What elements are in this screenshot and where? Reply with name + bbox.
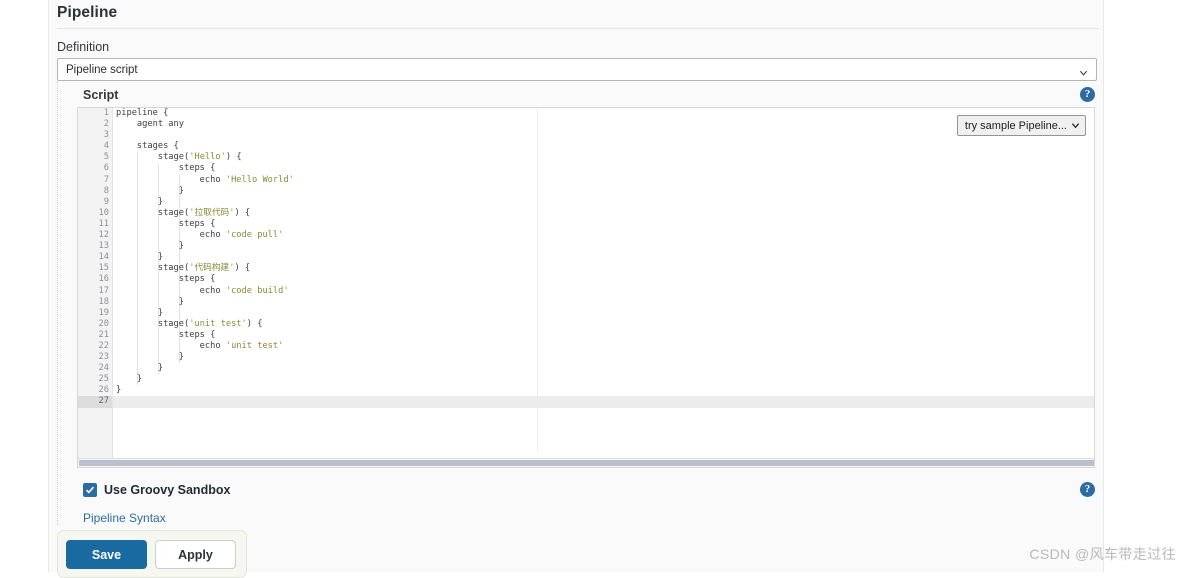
gutter-line: 21▼ (78, 330, 120, 341)
apply-button[interactable]: Apply (155, 540, 236, 569)
gutter-line: 11▼ (78, 219, 120, 230)
gutter-line: 18 (98, 296, 109, 307)
code-line: pipeline { (116, 108, 169, 118)
gutter-line: 17 (98, 285, 109, 296)
pipeline-syntax-link[interactable]: Pipeline Syntax (77, 497, 166, 525)
chevron-down-icon (1071, 121, 1080, 130)
code-line: echo 'unit test' (116, 340, 284, 351)
code-line: stage('unit test') { (116, 318, 263, 329)
gutter-line: 2 (103, 119, 109, 130)
groovy-sandbox-row: Use Groovy Sandbox ? (77, 468, 1103, 497)
code-line: steps { (116, 274, 216, 285)
code-line: echo 'Hello World' (116, 174, 294, 185)
gutter-line: 10▼ (78, 208, 120, 219)
groovy-sandbox-label: Use Groovy Sandbox (104, 482, 231, 497)
editor-lines: pipeline { agent any stages { stage('Hel… (113, 108, 1094, 408)
gutter-line: 14 (98, 252, 109, 263)
code-line: } (116, 374, 143, 385)
save-button[interactable]: Save (66, 540, 147, 569)
gutter-line: 19 (98, 307, 109, 318)
page-root: Pipeline Definition Pipeline script Scri… (0, 0, 1184, 578)
editor-code-area[interactable]: pipeline { agent any stages { stage('Hel… (113, 108, 1094, 459)
code-line: } (116, 252, 164, 263)
help-circle-icon[interactable]: ? (1080, 482, 1095, 497)
gutter-line: 3 (103, 130, 109, 141)
code-line: steps { (116, 163, 216, 174)
gutter-line: 8 (103, 185, 109, 196)
editor-horizontal-scrollbar[interactable] (78, 458, 1094, 467)
gutter-line: 23 (98, 352, 109, 363)
definition-select-row: Pipeline script (49, 58, 1103, 81)
code-line: } (116, 196, 164, 207)
gutter-line: 6▼ (78, 163, 119, 174)
gutter-line: 7 (103, 174, 109, 185)
gutter-line: 5▼ (78, 152, 119, 163)
code-line: } (116, 241, 184, 252)
check-icon (85, 486, 94, 494)
gutter-line: 27 (78, 396, 112, 408)
gutter-line: 24 (98, 363, 109, 374)
groovy-sandbox-checkbox[interactable] (83, 482, 97, 497)
code-line: echo 'code build' (116, 285, 289, 296)
gutter-line: 9 (103, 196, 109, 207)
code-line: stage('拉取代码') { (116, 207, 251, 218)
editor-gutter: 1▼234▼5▼6▼78910▼11▼12131415▼16▼17181920▼… (78, 108, 120, 459)
script-editor[interactable]: 1▼234▼5▼6▼78910▼11▼12131415▼16▼17181920▼… (77, 107, 1095, 468)
code-line: stage('Hello') { (116, 152, 242, 163)
code-line: agent any (116, 119, 184, 130)
code-line: steps { (116, 218, 216, 229)
gutter-line: 15▼ (78, 263, 120, 274)
page-title: Pipeline (57, 4, 118, 21)
gutter-line: 12 (98, 230, 109, 241)
code-line: } (116, 385, 122, 396)
section-guide-line (57, 81, 58, 525)
csdn-watermark: CSDN @风车带走过往 (1029, 546, 1176, 562)
help-circle-icon[interactable]: ? (1080, 87, 1095, 102)
code-line: } (116, 363, 164, 374)
code-line: steps { (116, 329, 216, 340)
code-line: stages { (116, 141, 179, 152)
scrollbar-thumb[interactable] (79, 460, 1094, 466)
definition-label: Definition (57, 40, 110, 54)
gutter-line: 16▼ (78, 274, 120, 285)
code-line (113, 396, 1094, 408)
sample-pipeline-value: try sample Pipeline... (964, 119, 1067, 132)
gutter-line: 22 (98, 340, 109, 351)
definition-select[interactable]: Pipeline script (57, 58, 1097, 81)
gutter-line: 20▼ (78, 319, 120, 330)
groovy-sandbox-control[interactable]: Use Groovy Sandbox (83, 482, 231, 497)
form-action-bar: Save Apply (57, 530, 247, 578)
pipeline-config-panel: Pipeline Definition Pipeline script Scri… (48, 0, 1104, 572)
definition-select-value: Pipeline script (66, 63, 138, 76)
gutter-line: 26 (98, 385, 109, 396)
code-line: } (116, 185, 184, 196)
code-line: } (116, 307, 164, 318)
gutter-line: 1▼ (78, 108, 119, 119)
script-label: Script (83, 87, 119, 102)
script-subsection: Script ? 1▼234▼5▼6▼78910▼11▼12131415▼16▼… (57, 81, 1103, 525)
gutter-line: 25 (98, 374, 109, 385)
script-header-row: Script ? (77, 81, 1103, 107)
gutter-line: 4▼ (78, 141, 119, 152)
code-line: } (116, 296, 184, 307)
code-line: stage('代码构建') { (116, 263, 251, 274)
code-line: } (116, 352, 184, 363)
sample-pipeline-select[interactable]: try sample Pipeline... (956, 115, 1086, 136)
code-line: echo 'code pull' (116, 230, 284, 241)
chevron-down-icon (1079, 65, 1088, 76)
gutter-line: 13 (98, 241, 109, 252)
